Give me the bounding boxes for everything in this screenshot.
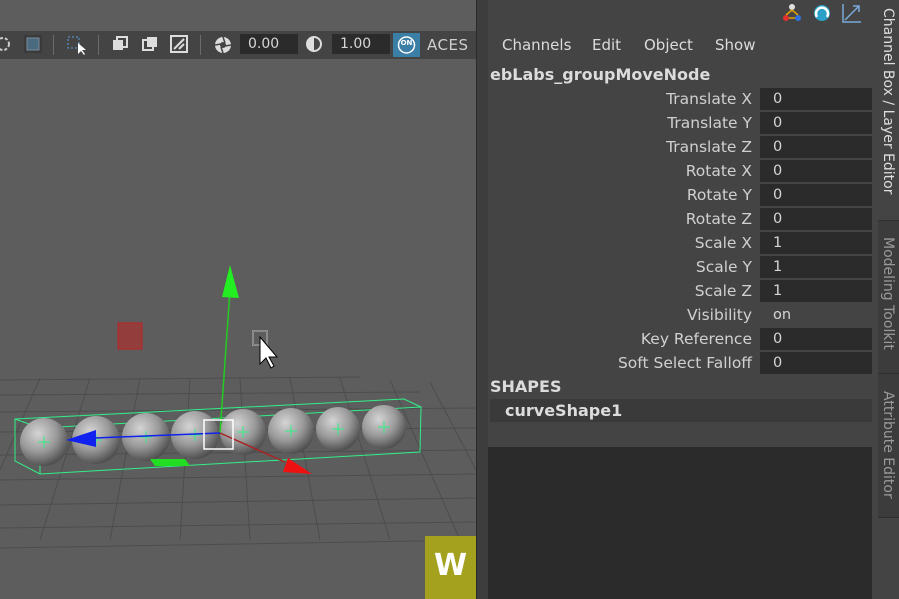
gamma-field[interactable]: 1.00 (332, 34, 390, 54)
shaded-icon[interactable] (24, 35, 42, 53)
tab-label: Attribute Editor (880, 391, 896, 499)
colorspace-toggle-label: ON (400, 39, 413, 47)
toolbar-separator (98, 35, 99, 55)
side-tab-strip: Channel Box / Layer Editor Modeling Tool… (878, 0, 899, 599)
channel-box-icon[interactable] (781, 2, 803, 24)
attr-label: Rotate X (685, 162, 752, 180)
wireframe-icon[interactable] (170, 35, 188, 53)
attr-label: Scale X (694, 234, 752, 252)
menu-object[interactable]: Object (644, 36, 693, 54)
attr-value-field[interactable]: 0 (760, 208, 872, 230)
attr-visibility[interactable]: Visibility on (488, 304, 878, 328)
attr-label: Key Reference (640, 330, 752, 348)
attr-value-field[interactable]: 1 (760, 232, 872, 254)
isolate-icon[interactable] (111, 35, 129, 53)
colorspace-toggle[interactable]: ON (393, 33, 420, 57)
select-camera-icon[interactable] (66, 35, 86, 55)
attr-translate-z[interactable]: Translate Z 0 (488, 136, 878, 160)
tab-attribute-editor[interactable]: Attribute Editor (878, 373, 899, 517)
tab-label: Channel Box / Layer Editor (880, 8, 896, 195)
attr-key-reference[interactable]: Key Reference 0 (488, 328, 878, 352)
attr-value-field[interactable]: 0 (760, 328, 872, 350)
colorspace-label[interactable]: ACES (427, 36, 468, 54)
attr-label: Soft Select Falloff (617, 354, 752, 372)
tool-settings-icon[interactable] (841, 2, 863, 24)
attribute-icon[interactable] (811, 2, 833, 24)
logo-watermark: W (425, 536, 476, 599)
viewport-toolbar-icons: 0.00 1.00 ON ACES (0, 31, 476, 59)
exposure-field[interactable]: 0.00 (240, 34, 298, 54)
channel-box-panel: Channels Edit Object Show ebLabs_groupMo… (488, 0, 878, 599)
tab-channel-box-layer-editor[interactable]: Channel Box / Layer Editor (878, 0, 899, 220)
attr-label: Rotate Z (685, 210, 752, 228)
layer-editor-area[interactable] (488, 447, 872, 599)
attr-label: Scale Z (694, 282, 752, 300)
toolbar-separator (53, 35, 54, 55)
attr-label: Scale Y (695, 258, 752, 276)
gamma-icon[interactable] (305, 35, 323, 53)
exposure-icon[interactable] (213, 35, 232, 54)
xray-icon[interactable] (141, 35, 159, 53)
attr-value-field[interactable]: 1 (760, 280, 872, 302)
attr-value-field[interactable]: 0 (760, 184, 872, 206)
attr-label: Translate X (666, 90, 752, 108)
attr-rotate-x[interactable]: Rotate X 0 (488, 160, 878, 184)
menu-show[interactable]: Show (715, 36, 755, 54)
mouse-cursor (252, 330, 279, 369)
attr-rotate-y[interactable]: Rotate Y 0 (488, 184, 878, 208)
tab-label: Modeling Toolkit (880, 237, 896, 350)
lasso-icon[interactable] (0, 35, 12, 53)
attr-value-field[interactable]: 0 (760, 136, 872, 158)
attr-label: Visibility (687, 306, 752, 324)
tab-empty-space (878, 517, 899, 599)
attr-value-field[interactable]: 0 (760, 112, 872, 134)
attr-scale-z[interactable]: Scale Z 1 (488, 280, 878, 304)
attr-translate-y[interactable]: Translate Y 0 (488, 112, 878, 136)
attr-translate-x[interactable]: Translate X 0 (488, 88, 878, 112)
attr-label: Rotate Y (686, 186, 752, 204)
3d-viewport[interactable]: 0.00 1.00 ON ACES W (0, 0, 476, 599)
shapes-header: SHAPES (490, 377, 562, 396)
attr-value-field[interactable]: 0 (760, 352, 872, 374)
attr-value-field[interactable]: 1 (760, 256, 872, 278)
tab-modeling-toolkit[interactable]: Modeling Toolkit (878, 220, 899, 373)
toolbar-separator (200, 35, 201, 55)
viewport-top-strip (0, 0, 476, 31)
attr-label: Translate Z (666, 138, 752, 156)
menu-edit[interactable]: Edit (592, 36, 621, 54)
scene-view[interactable] (0, 59, 476, 599)
attr-scale-x[interactable]: Scale X 1 (488, 232, 878, 256)
attr-soft-select-falloff[interactable]: Soft Select Falloff 0 (488, 352, 878, 376)
sphere-chain (20, 405, 406, 466)
attr-value-field[interactable]: on (760, 304, 872, 326)
panel-splitter[interactable] (476, 0, 488, 599)
attr-label: Translate Y (667, 114, 752, 132)
attr-rotate-z[interactable]: Rotate Z 0 (488, 208, 878, 232)
channel-box-top-icons (778, 2, 868, 26)
menu-channels[interactable]: Channels (502, 36, 571, 54)
attr-value-field[interactable]: 0 (760, 160, 872, 182)
attr-value-field[interactable]: 0 (760, 88, 872, 110)
node-name[interactable]: ebLabs_groupMoveNode (490, 65, 710, 84)
shape-item[interactable]: curveShape1 (490, 399, 872, 422)
attr-scale-y[interactable]: Scale Y 1 (488, 256, 878, 280)
